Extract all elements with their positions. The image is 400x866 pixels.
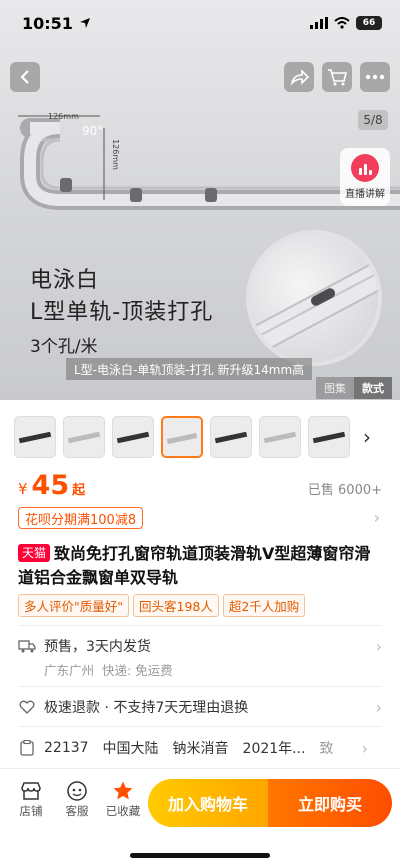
price-currency: ¥ <box>18 480 28 498</box>
spec-item: 22137 <box>44 740 89 756</box>
price-suffix: 起 <box>72 483 86 498</box>
dimension-vertical: 126mm <box>110 139 120 170</box>
gallery-tabs: 图集 款式 <box>316 377 392 399</box>
wifi-icon <box>334 17 350 29</box>
style-thumbnails: › <box>0 412 400 462</box>
dimension-horizontal: 126mm <box>48 112 79 121</box>
product-gallery[interactable]: 126mm 126mm 90° 5/8 直播讲解 电泳白 L型单轨-顶装打孔 3… <box>0 0 400 400</box>
more-icon <box>365 74 385 80</box>
divider <box>18 625 382 626</box>
product-title-text: 致尚免打孔窗帘轨道顶装滑轨V型超薄窗帘滑道铝合金飘窗单双导轨 <box>18 544 371 587</box>
status-time: 10:51 <box>22 13 73 33</box>
sold-count: 已售 6000+ <box>307 483 382 498</box>
back-button[interactable] <box>10 62 40 92</box>
tag-quality[interactable]: 多人评价"质量好" <box>18 594 129 617</box>
more-button[interactable] <box>360 62 390 92</box>
cart-icon <box>328 69 348 86</box>
bottom-action-bar: 店铺 客服 已收藏 加入购物车 立即购买 <box>0 768 400 866</box>
shop-icon <box>20 779 42 803</box>
favorite-button[interactable]: 已收藏 <box>100 779 146 819</box>
share-button[interactable] <box>284 62 314 92</box>
specs-row[interactable]: 22137 中国大陆 钠米消音 2021年... 致 › <box>18 738 382 758</box>
shipping-text: 预售，3天内发货 <box>44 639 151 655</box>
customer-service-button[interactable]: 客服 <box>54 779 100 819</box>
thumbnail[interactable] <box>112 416 154 458</box>
share-icon <box>290 69 309 86</box>
buy-now-button[interactable]: 立即购买 <box>268 779 392 827</box>
shipping-row[interactable]: 预售，3天内发货 › <box>18 636 382 656</box>
chevron-right-icon[interactable]: › <box>374 508 380 527</box>
shop-label: 店铺 <box>19 804 43 818</box>
hero-holes-text: 3个孔/米 <box>30 337 98 357</box>
tab-styles[interactable]: 款式 <box>354 377 392 399</box>
live-label: 直播讲解 <box>345 189 385 200</box>
review-tags: 多人评价"质量好" 回头客198人 超2千人加购 <box>18 594 306 617</box>
chevron-right-icon[interactable]: › <box>363 425 371 449</box>
divider <box>18 726 382 727</box>
product-title: 天猫 致尚免打孔窗帘轨道顶装滑轨V型超薄窗帘滑道铝合金飘窗单双导轨 <box>18 542 382 590</box>
spec-item: 2021年... <box>242 741 306 757</box>
thumbnail[interactable] <box>210 416 252 458</box>
service-row[interactable]: 极速退款 · 不支持7天无理由退换 › <box>18 697 382 717</box>
home-indicator <box>130 853 270 858</box>
star-icon <box>112 779 134 803</box>
thumbnail[interactable] <box>63 416 105 458</box>
truck-icon <box>18 637 36 655</box>
favorite-label: 已收藏 <box>105 804 141 818</box>
status-bar: 10:51 66 <box>0 0 400 46</box>
price-row: ¥ 45 起 已售 6000+ <box>18 470 382 501</box>
service-label: 客服 <box>65 804 89 818</box>
location-arrow-icon <box>79 18 90 28</box>
divider <box>18 686 382 687</box>
thumbnail-selected[interactable] <box>161 416 203 458</box>
chevron-left-icon <box>20 70 29 84</box>
tag-added-cart[interactable]: 超2千人加购 <box>222 594 306 617</box>
spec-item: 钠米消音 <box>172 741 229 757</box>
cart-button[interactable] <box>322 62 352 92</box>
spec-item: 致 <box>319 741 334 757</box>
chat-face-icon <box>66 779 88 803</box>
clipboard-icon <box>18 739 36 757</box>
price-amount: 45 <box>31 470 70 501</box>
live-explain-button[interactable]: 直播讲解 <box>340 148 390 206</box>
live-icon <box>351 154 379 182</box>
ship-fee: 快递: 免运费 <box>101 663 173 678</box>
detail-zoom-image <box>246 230 382 366</box>
angle-label: 90° <box>82 124 104 138</box>
hero-model-text: L型单轨-顶装打孔 <box>30 300 214 325</box>
add-to-cart-button[interactable]: 加入购物车 <box>148 779 268 827</box>
chevron-right-icon: › <box>375 697 382 717</box>
spec-item: 中国大陆 <box>102 741 159 757</box>
thumbnail[interactable] <box>259 416 301 458</box>
shipping-detail: 广东广州 快递: 免运费 <box>44 660 173 679</box>
tag-returning[interactable]: 回头客198人 <box>133 594 219 617</box>
gallery-counter: 5/8 <box>358 110 388 130</box>
heart-check-icon <box>18 698 36 716</box>
hero-color-text: 电泳白 <box>30 268 100 293</box>
battery-icon: 66 <box>356 16 382 30</box>
bottom-icon-group: 店铺 客服 已收藏 <box>8 779 146 819</box>
tab-gallery[interactable]: 图集 <box>316 377 354 399</box>
tmall-badge: 天猫 <box>18 544 51 562</box>
shop-button[interactable]: 店铺 <box>8 779 54 819</box>
ship-from: 广东广州 <box>44 663 95 678</box>
image-caption: L型-电泳白-单轨顶装-打孔 新升级14mm高 <box>66 358 313 380</box>
chevron-right-icon: › <box>361 738 368 758</box>
thumbnail[interactable] <box>308 416 350 458</box>
thumbnail[interactable] <box>14 416 56 458</box>
chevron-right-icon: › <box>375 636 382 656</box>
product-detail-page: 126mm 126mm 90° 5/8 直播讲解 电泳白 L型单轨-顶装打孔 3… <box>0 0 400 866</box>
signal-icon <box>310 17 328 29</box>
service-text: 极速退款 · 不支持7天无理由退换 <box>44 700 249 716</box>
promo-badge[interactable]: 花呗分期满100减8 <box>18 507 144 529</box>
